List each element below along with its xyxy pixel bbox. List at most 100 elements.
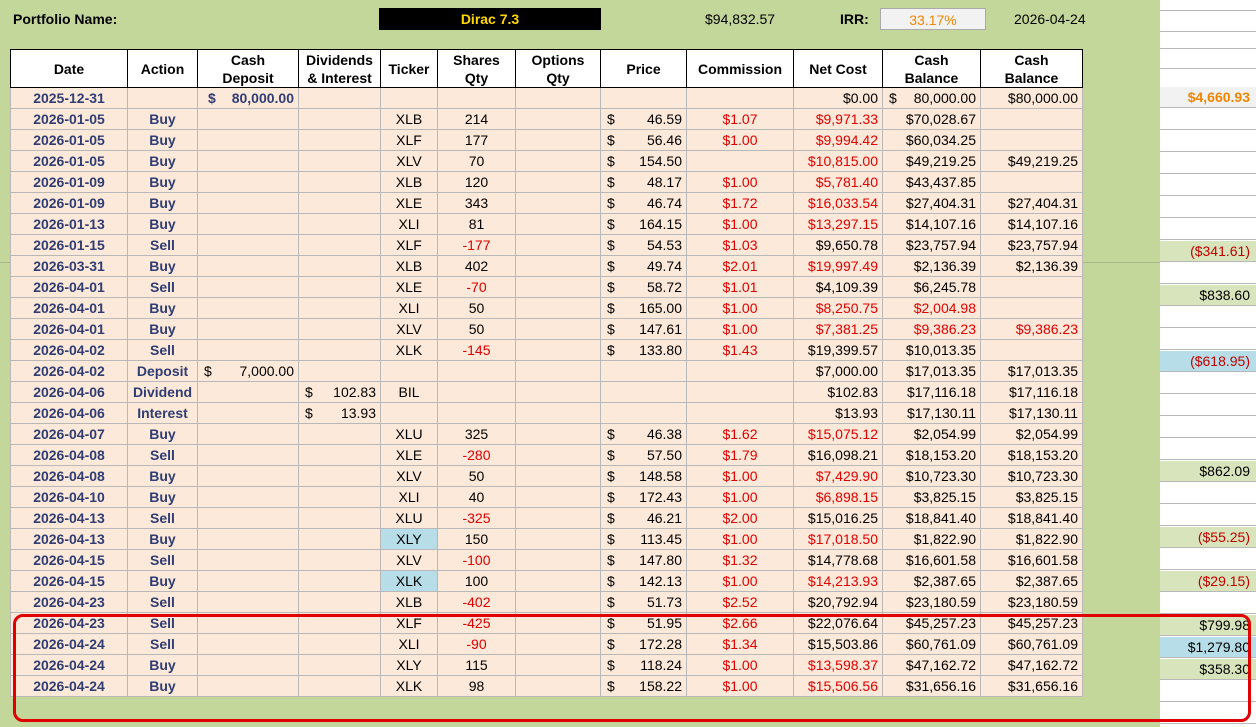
price-cell[interactable]: $148.58: [600, 465, 687, 487]
cash-balance-2-cell[interactable]: $45,257.23: [980, 612, 1083, 634]
ticker-cell[interactable]: XLF: [380, 612, 438, 634]
profit-cell[interactable]: ($341.61): [1160, 241, 1256, 262]
commission-cell[interactable]: $1.00: [686, 171, 794, 193]
shares-qty-cell[interactable]: 40: [437, 486, 516, 508]
cash-deposit-cell[interactable]: [197, 213, 299, 235]
action-cell[interactable]: Sell: [127, 444, 198, 466]
price-cell[interactable]: [600, 402, 687, 424]
options-qty-cell[interactable]: [515, 486, 601, 508]
price-cell[interactable]: $133.80: [600, 339, 687, 361]
cash-deposit-cell[interactable]: [197, 318, 299, 340]
ticker-cell[interactable]: XLB: [380, 591, 438, 613]
cash-deposit-cell[interactable]: [197, 129, 299, 151]
profit-cell[interactable]: $358.30: [1160, 659, 1256, 680]
cash-balance-cell[interactable]: $60,034.25: [882, 129, 981, 151]
action-cell[interactable]: Buy: [127, 129, 198, 151]
shares-qty-cell[interactable]: 50: [437, 465, 516, 487]
cash-balance-2-cell[interactable]: [980, 171, 1083, 193]
cash-balance-cell[interactable]: $17,013.35: [882, 360, 981, 382]
cash-deposit-cell[interactable]: [197, 276, 299, 298]
cash-balance-cell[interactable]: $14,107.16: [882, 213, 981, 235]
profit-cell[interactable]: $799.98: [1160, 615, 1256, 636]
profit-cell[interactable]: [1160, 307, 1256, 328]
profit-cell[interactable]: [1160, 175, 1256, 196]
cash-balance-2-cell[interactable]: [980, 129, 1083, 151]
price-cell[interactable]: $46.74: [600, 192, 687, 214]
commission-cell[interactable]: $1.72: [686, 192, 794, 214]
price-cell[interactable]: $118.24: [600, 654, 687, 676]
net-cost-cell[interactable]: $16,033.54: [793, 192, 883, 214]
commission-cell[interactable]: $2.52: [686, 591, 794, 613]
cash-balance-cell[interactable]: $2,004.98: [882, 297, 981, 319]
cash-balance-2-cell[interactable]: $31,656.16: [980, 675, 1083, 697]
ticker-cell[interactable]: XLI: [380, 633, 438, 655]
profit-cell[interactable]: [1160, 505, 1256, 526]
date-cell[interactable]: 2026-01-09: [10, 171, 128, 193]
net-cost-cell[interactable]: $20,792.94: [793, 591, 883, 613]
commission-cell[interactable]: $1.00: [686, 528, 794, 550]
cash-balance-cell[interactable]: $60,761.09: [882, 633, 981, 655]
profit-cell[interactable]: $862.09: [1160, 461, 1256, 482]
dividend-cell[interactable]: [298, 612, 381, 634]
ticker-cell[interactable]: XLF: [380, 234, 438, 256]
cash-balance-2-cell[interactable]: $9,386.23: [980, 318, 1083, 340]
date-cell[interactable]: 2026-04-02: [10, 360, 128, 382]
options-qty-cell[interactable]: [515, 549, 601, 571]
action-cell[interactable]: Sell: [127, 276, 198, 298]
price-cell[interactable]: $51.73: [600, 591, 687, 613]
net-cost-cell[interactable]: $9,994.42: [793, 129, 883, 151]
cash-balance-cell[interactable]: $6,245.78: [882, 276, 981, 298]
shares-qty-cell[interactable]: [437, 381, 516, 403]
cash-balance-cell[interactable]: $23,180.59: [882, 591, 981, 613]
profit-cell[interactable]: ($618.95): [1160, 351, 1256, 372]
cash-deposit-cell[interactable]: $80,000.00: [197, 87, 299, 109]
dividend-cell[interactable]: [298, 570, 381, 592]
col-header-date[interactable]: Date: [10, 49, 128, 88]
profit-cell[interactable]: [1160, 703, 1256, 724]
commission-cell[interactable]: $1.00: [686, 213, 794, 235]
price-cell[interactable]: $113.45: [600, 528, 687, 550]
net-cost-cell[interactable]: $15,016.25: [793, 507, 883, 529]
action-cell[interactable]: Sell: [127, 507, 198, 529]
cash-deposit-cell[interactable]: [197, 255, 299, 277]
shares-qty-cell[interactable]: 115: [437, 654, 516, 676]
action-cell[interactable]: Sell: [127, 633, 198, 655]
options-qty-cell[interactable]: [515, 360, 601, 382]
date-cell[interactable]: 2026-01-05: [10, 150, 128, 172]
options-qty-cell[interactable]: [515, 444, 601, 466]
options-qty-cell[interactable]: [515, 675, 601, 697]
shares-qty-cell[interactable]: 70: [437, 150, 516, 172]
action-cell[interactable]: [127, 87, 198, 109]
dividend-cell[interactable]: [298, 318, 381, 340]
action-cell[interactable]: Buy: [127, 192, 198, 214]
commission-cell[interactable]: [686, 360, 794, 382]
dividend-cell[interactable]: [298, 129, 381, 151]
options-qty-cell[interactable]: [515, 507, 601, 529]
cash-balance-cell[interactable]: $47,162.72: [882, 654, 981, 676]
commission-cell[interactable]: $1.03: [686, 234, 794, 256]
shares-qty-cell[interactable]: 343: [437, 192, 516, 214]
cash-balance-cell[interactable]: $45,257.23: [882, 612, 981, 634]
cash-balance-2-cell[interactable]: $10,723.30: [980, 465, 1083, 487]
dividend-cell[interactable]: [298, 192, 381, 214]
cash-deposit-cell[interactable]: [197, 381, 299, 403]
ticker-cell[interactable]: BIL: [380, 381, 438, 403]
date-cell[interactable]: 2026-01-15: [10, 234, 128, 256]
net-cost-cell[interactable]: $13,297.15: [793, 213, 883, 235]
shares-qty-cell[interactable]: 402: [437, 255, 516, 277]
ticker-cell[interactable]: XLY: [380, 654, 438, 676]
cash-balance-cell[interactable]: $16,601.58: [882, 549, 981, 571]
cash-balance-2-cell[interactable]: $80,000.00: [980, 87, 1083, 109]
cash-balance-cell[interactable]: $2,054.99: [882, 423, 981, 445]
net-cost-cell[interactable]: $22,076.64: [793, 612, 883, 634]
shares-qty-cell[interactable]: -145: [437, 339, 516, 361]
shares-qty-cell[interactable]: 177: [437, 129, 516, 151]
cash-balance-cell[interactable]: $70,028.67: [882, 108, 981, 130]
options-qty-cell[interactable]: [515, 318, 601, 340]
net-cost-cell[interactable]: $14,778.68: [793, 549, 883, 571]
ticker-cell[interactable]: [380, 360, 438, 382]
action-cell[interactable]: Buy: [127, 654, 198, 676]
ticker-cell[interactable]: XLU: [380, 423, 438, 445]
commission-cell[interactable]: $1.00: [686, 654, 794, 676]
ticker-cell[interactable]: [380, 402, 438, 424]
